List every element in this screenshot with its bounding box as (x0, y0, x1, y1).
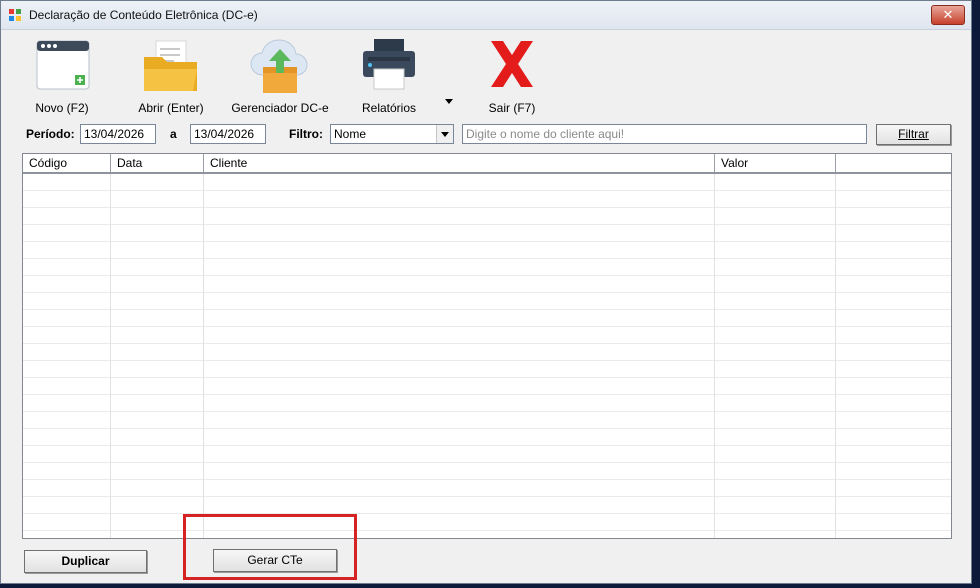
manager-button[interactable]: Gerenciador DC-e (227, 35, 333, 117)
close-x-icon (491, 41, 533, 87)
new-button-label: Novo (F2) (35, 101, 89, 115)
exit-button[interactable]: Sair (F7) (475, 35, 549, 117)
filter-label: Filtro: (289, 127, 323, 141)
column-header-code[interactable]: Código (23, 154, 111, 172)
annotation-highlight-box (183, 514, 357, 580)
exit-button-label: Sair (F7) (488, 101, 536, 115)
manager-button-label: Gerenciador DC-e (231, 101, 329, 115)
table-header: Código Data Cliente Valor (23, 154, 951, 174)
duplicate-button[interactable]: Duplicar (24, 550, 147, 573)
cloud-upload-icon (250, 39, 308, 93)
period-label: Período: (26, 127, 75, 141)
date-from-field[interactable]: 13/04/2026 (80, 124, 156, 144)
column-divider (835, 174, 836, 538)
open-button-label: Abrir (Enter) (138, 101, 204, 115)
filter-button[interactable]: Filtrar (876, 124, 951, 145)
search-input[interactable]: Digite o nome do cliente aqui! (462, 124, 867, 144)
filter-bar: Período: 13/04/2026 a 13/04/2026 Filtro:… (1, 121, 971, 149)
column-header-client[interactable]: Cliente (204, 154, 715, 172)
results-table[interactable]: Código Data Cliente Valor (22, 153, 952, 539)
main-window: Declaração de Conteúdo Eletrônica (DC-e)… (0, 0, 972, 584)
new-window-icon (36, 40, 90, 90)
chevron-down-icon[interactable] (436, 125, 453, 143)
reports-button[interactable]: Relatórios (351, 35, 427, 117)
reports-dropdown-arrow-icon[interactable] (445, 99, 453, 104)
filter-button-label: Filtrar (898, 127, 929, 141)
title-bar: Declaração de Conteúdo Eletrônica (DC-e)… (1, 1, 971, 30)
column-header-value[interactable]: Valor (715, 154, 836, 172)
open-button[interactable]: Abrir (Enter) (131, 35, 211, 117)
filter-select[interactable]: Nome (330, 124, 454, 144)
column-divider (110, 174, 111, 538)
filter-select-value: Nome (334, 127, 367, 141)
toolbar: Novo (F2) Abrir (Enter) Gerenciador DC-e (1, 29, 971, 119)
window-title: Declaração de Conteúdo Eletrônica (DC-e) (29, 8, 258, 22)
duplicate-button-label: Duplicar (61, 554, 110, 568)
date-to-field[interactable]: 13/04/2026 (190, 124, 266, 144)
column-header-date[interactable]: Data (111, 154, 204, 172)
folder-icon (144, 40, 197, 91)
table-body (23, 174, 951, 538)
new-button[interactable]: Novo (F2) (19, 35, 105, 117)
column-divider (203, 174, 204, 538)
app-icon (9, 9, 21, 21)
reports-button-label: Relatórios (361, 101, 417, 115)
close-button[interactable]: ✕ (931, 5, 965, 25)
column-divider (714, 174, 715, 538)
to-label: a (170, 127, 177, 141)
printer-icon (363, 39, 415, 90)
